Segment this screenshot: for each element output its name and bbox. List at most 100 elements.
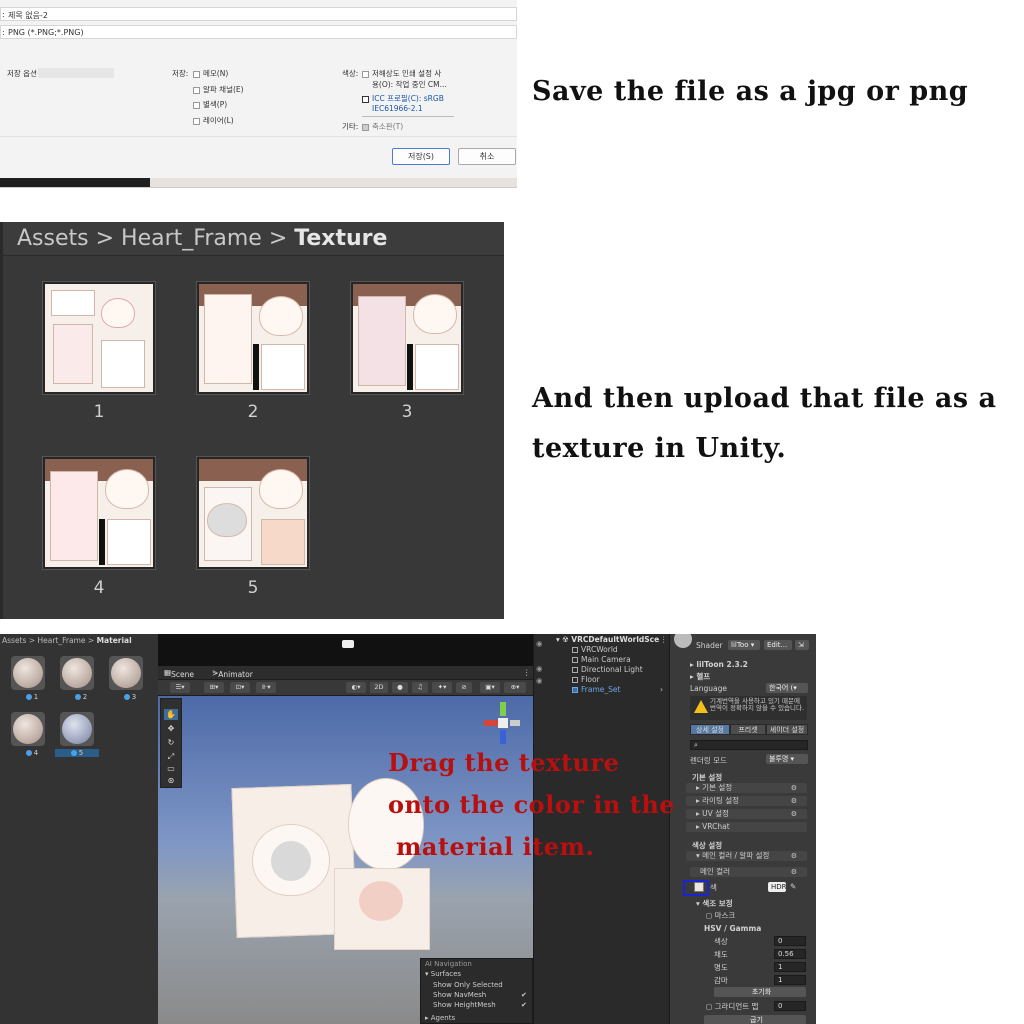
gradient-map-row[interactable]: ◻ 그라디언트 맵	[706, 1001, 758, 1012]
saturation-field[interactable]: 0.56	[774, 949, 806, 959]
show-navmesh[interactable]: Show NavMesh	[433, 991, 486, 999]
ai-nav-surfaces[interactable]: ▾ Surfaces	[425, 970, 461, 978]
audio-icon[interactable]: ♫	[412, 682, 428, 693]
gradient-map-field[interactable]: 0	[774, 1001, 806, 1011]
frame-photo[interactable]	[334, 868, 430, 950]
fold-uv[interactable]: ▸ UV 설정 ⚙	[686, 809, 807, 819]
visibility-icon[interactable]: ⊘	[456, 682, 472, 693]
fold-basic[interactable]: ▸ 기본 설정 ⚙	[686, 783, 807, 793]
gear-icon[interactable]: ⚙	[791, 851, 797, 861]
filename-field[interactable]: : 제목 없음-2	[0, 7, 517, 21]
scale-tool-icon[interactable]: ⤢	[164, 751, 178, 762]
gear-icon[interactable]: ⚙	[791, 809, 797, 819]
global-icon[interactable]: ⊡▾	[230, 682, 250, 693]
rotate-tool-icon[interactable]: ↻	[164, 737, 178, 748]
help-foldout[interactable]: ▸ 헬프	[690, 671, 710, 682]
root-menu-icon[interactable]: ⋮	[660, 635, 668, 644]
texture-thumbnail[interactable]	[43, 457, 155, 569]
texture-thumbnail[interactable]	[351, 282, 463, 394]
move-tool-icon[interactable]: ✥	[164, 723, 178, 734]
texture-thumbnail[interactable]	[197, 282, 309, 394]
option-spot[interactable]: 별색(P)	[193, 99, 227, 110]
hierarchy-item[interactable]: Floor	[572, 675, 600, 684]
filetype-select[interactable]: : PNG (*.PNG;*.PNG)	[0, 25, 517, 39]
effects-icon[interactable]: ✦▾	[432, 682, 452, 693]
material-thumbnail[interactable]	[109, 656, 143, 690]
edit-button[interactable]: Edit...	[764, 640, 792, 650]
gear-icon[interactable]: ⚙	[791, 867, 797, 877]
material-thumbnail-selected[interactable]	[60, 712, 94, 746]
visibility-icon[interactable]: ◉	[536, 676, 543, 685]
shading-icon[interactable]: ◐▾	[346, 682, 366, 693]
show-only-selected[interactable]: Show Only Selected	[433, 981, 503, 989]
material-thumbnail[interactable]	[60, 656, 94, 690]
toggle-2d-button[interactable]: 2D	[370, 682, 388, 693]
gizmos-icon[interactable]: ⊕▾	[504, 682, 526, 693]
visibility-icon[interactable]: ◉	[536, 639, 543, 648]
crumb-heart-frame[interactable]: Heart_Frame	[38, 636, 86, 645]
thumbnail-option[interactable]: 축소판(T)	[362, 121, 403, 132]
bake-button[interactable]: 굽기	[704, 1015, 806, 1024]
color-correction-foldout[interactable]: ▾ 색조 보정	[696, 898, 733, 909]
hierarchy-root[interactable]: ▾ ☢ VRCDefaultWorldSce	[556, 635, 659, 644]
crumb-assets[interactable]: Assets	[2, 636, 26, 645]
version-foldout[interactable]: ▸ lilToon 2.3.2	[690, 660, 748, 669]
chevron-right-icon[interactable]: ›	[660, 685, 663, 694]
lighting-icon[interactable]: ●	[392, 682, 408, 693]
cancel-button[interactable]: 취소	[458, 148, 516, 165]
eyedropper-icon[interactable]: ✎	[790, 882, 796, 891]
hierarchy-item-selected[interactable]: Frame_Set	[572, 685, 620, 694]
main-color-section[interactable]: 메인 컬러 ⚙	[690, 867, 807, 877]
ai-nav-agents[interactable]: ▸ Agents	[425, 1014, 455, 1022]
texture-thumbnail[interactable]	[43, 282, 155, 394]
tab-preset[interactable]: 프리셋	[730, 724, 766, 735]
hierarchy-item[interactable]: Main Camera	[572, 655, 631, 664]
gear-icon[interactable]: ⚙	[791, 783, 797, 793]
fold-vrchat[interactable]: ▸ VRChat	[686, 822, 807, 832]
camera-icon[interactable]: ▣▾	[480, 682, 500, 693]
pivot-icon[interactable]: ⊞▾	[204, 682, 224, 693]
language-dropdown[interactable]: 한국어 (▾	[766, 683, 808, 693]
hierarchy-item[interactable]: Directional Light	[572, 665, 643, 674]
hue-field[interactable]: 0	[774, 936, 806, 946]
option-alpha[interactable]: 알파 채널(E)	[193, 84, 244, 95]
crumb-texture[interactable]: Texture	[294, 226, 387, 251]
gear-icon[interactable]: ⚙	[791, 796, 797, 806]
option-layers[interactable]: 레이어(L)	[193, 115, 234, 126]
tab-scene[interactable]: ▦ Scene	[164, 668, 194, 679]
shader-dropdown[interactable]: lilToo ▾	[728, 640, 760, 650]
more-menu-icon[interactable]: ⋮	[523, 668, 531, 677]
icc-option[interactable]: ICC 프로필(C): sRGB	[362, 93, 444, 104]
reset-button[interactable]: 초기화	[714, 987, 806, 997]
save-button[interactable]: 저장(S)	[392, 148, 450, 165]
show-heightmesh[interactable]: Show HeightMesh	[433, 1001, 496, 1009]
material-thumbnail[interactable]	[11, 712, 45, 746]
hierarchy-item[interactable]: VRCWorld	[572, 645, 618, 654]
frame-heart-portrait[interactable]	[252, 824, 330, 896]
mask-row[interactable]: ◻ 마스크	[706, 910, 735, 921]
render-mode-dropdown[interactable]: 불투명 ▾	[766, 754, 808, 764]
tab-shader-settings[interactable]: 셰이더 설정	[766, 724, 808, 735]
color-option-proof[interactable]: 저해상도 인쇄 설정 사	[362, 68, 441, 79]
brightness-field[interactable]: 1	[774, 962, 806, 972]
gamma-field[interactable]: 1	[774, 975, 806, 985]
hdr-color-swatch[interactable]: HDR	[768, 882, 787, 892]
rect-tool-icon[interactable]: ▭	[164, 763, 178, 774]
fold-main-color-alpha[interactable]: ▾ 메인 컬러 / 알파 설정 ⚙	[686, 851, 807, 861]
tab-advanced[interactable]: 상세 설정	[690, 724, 730, 735]
texture-thumbnail[interactable]	[197, 457, 309, 569]
crumb-heart-frame[interactable]: Heart_Frame	[121, 226, 262, 251]
hand-tool-icon[interactable]: ✋	[164, 709, 178, 720]
search-input[interactable]: ⌕	[690, 740, 808, 750]
option-memo[interactable]: 메모(N)	[193, 68, 228, 79]
crumb-material[interactable]: Material	[97, 636, 132, 645]
tab-animator[interactable]: ⋟ Animator	[212, 668, 253, 679]
visibility-icon[interactable]: ◉	[536, 664, 543, 673]
fold-lighting[interactable]: ▸ 라이팅 설정 ⚙	[686, 796, 807, 806]
grid-snap-icon[interactable]: ⊪▾	[256, 682, 276, 693]
transform-tool-icon[interactable]: ⊛	[164, 775, 178, 786]
material-thumbnail[interactable]	[11, 656, 45, 690]
draw-mode-icon[interactable]: ☰▾	[170, 682, 190, 693]
crumb-assets[interactable]: Assets	[17, 226, 89, 251]
pin-icon[interactable]: ⇲	[795, 640, 809, 650]
